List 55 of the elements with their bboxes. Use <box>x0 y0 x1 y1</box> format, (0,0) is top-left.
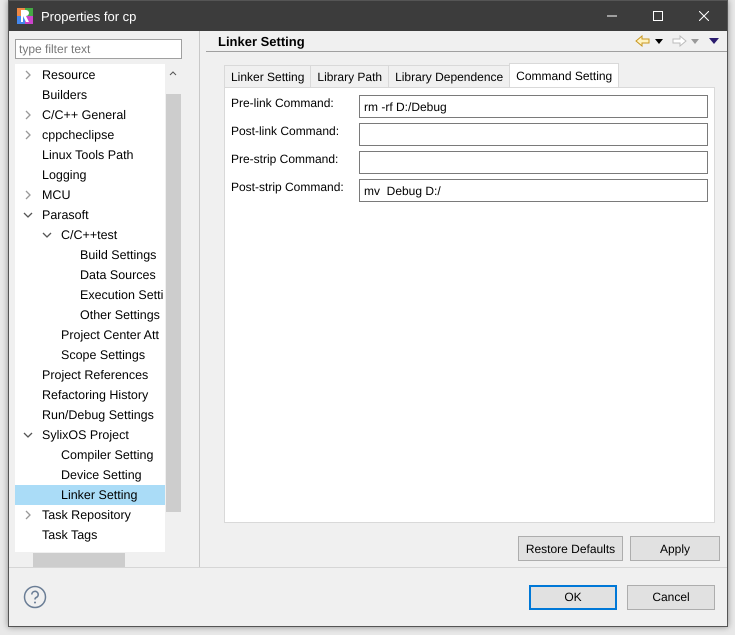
command-field[interactable] <box>359 123 708 146</box>
chevron-down-icon[interactable] <box>42 230 52 240</box>
tree-item[interactable]: Project References <box>15 364 165 385</box>
cancel-button[interactable]: Cancel <box>627 584 715 610</box>
tree-item[interactable]: Execution Setti <box>15 284 165 305</box>
tree-item[interactable]: Other Settings <box>15 304 165 325</box>
field-label: Post-link Command: <box>231 123 340 138</box>
app-logo-icon <box>17 8 33 24</box>
chevron-right-icon[interactable] <box>23 110 33 120</box>
command-field[interactable]: mv Debug D:/ <box>359 179 708 202</box>
field-label: Post-strip Command: <box>231 179 345 194</box>
field-label: Pre-strip Command: <box>231 151 340 166</box>
tree-item[interactable]: Linker Setting <box>15 484 165 505</box>
tree-item[interactable]: Build Settings <box>15 244 165 265</box>
tree-item[interactable]: Project Center Att <box>15 324 165 345</box>
close-icon[interactable] <box>699 11 709 21</box>
chevron-right-icon[interactable] <box>23 510 33 520</box>
tree-item[interactable]: MCU <box>15 184 165 205</box>
page-title: Linker Setting <box>218 34 306 48</box>
tree-item[interactable]: Data Sources <box>15 264 165 285</box>
ok-button[interactable]: OK <box>529 584 617 610</box>
dropdown-icon[interactable] <box>655 38 663 44</box>
filter-field[interactable]: type filter text <box>15 39 182 59</box>
chevron-right-icon[interactable] <box>23 190 33 200</box>
chevron-down-icon[interactable] <box>23 210 33 220</box>
tab[interactable]: Command Setting <box>509 63 620 87</box>
tree-item[interactable]: Scope Settings <box>15 344 165 365</box>
chevron-down-icon[interactable] <box>23 430 33 440</box>
tree-item[interactable]: Task Repository <box>15 504 165 525</box>
help-icon[interactable] <box>23 585 47 609</box>
tree-item[interactable]: cppcheclipse <box>15 124 165 145</box>
restore-defaults-button[interactable]: Restore Defaults <box>518 536 623 561</box>
chevron-right-icon[interactable] <box>23 70 33 80</box>
tab[interactable]: Linker Setting <box>224 65 312 87</box>
tree-item[interactable]: Resource <box>15 64 165 85</box>
tree-item[interactable]: Compiler Setting <box>15 444 165 465</box>
tree-item[interactable]: C/C++test <box>15 224 165 245</box>
tree-item[interactable]: Logging <box>15 164 165 185</box>
tree-item[interactable]: Refactoring History <box>15 384 165 405</box>
command-field[interactable]: rm -rf D:/Debug <box>359 95 708 118</box>
tree-item[interactable]: Linux Tools Path <box>15 144 165 165</box>
tree-item[interactable]: Device Setting <box>15 464 165 485</box>
window-title: Properties for cp <box>41 8 138 24</box>
field-label: Pre-link Command: <box>231 95 335 110</box>
maximize-icon[interactable] <box>653 11 663 21</box>
view-menu-icon[interactable] <box>709 38 719 44</box>
tree-item[interactable]: C/C++ General <box>15 104 165 125</box>
tree-item[interactable]: Task Tags <box>15 524 165 545</box>
tree-item[interactable]: Parasoft <box>15 204 165 225</box>
apply-button[interactable]: Apply <box>630 536 720 561</box>
tree-item[interactable]: Run/Debug Settings <box>15 404 165 425</box>
command-field[interactable] <box>359 151 708 174</box>
chevron-right-icon[interactable] <box>23 130 33 140</box>
tree-item[interactable]: Builders <box>15 84 165 105</box>
tree-item[interactable]: SylixOS Project <box>15 424 165 445</box>
